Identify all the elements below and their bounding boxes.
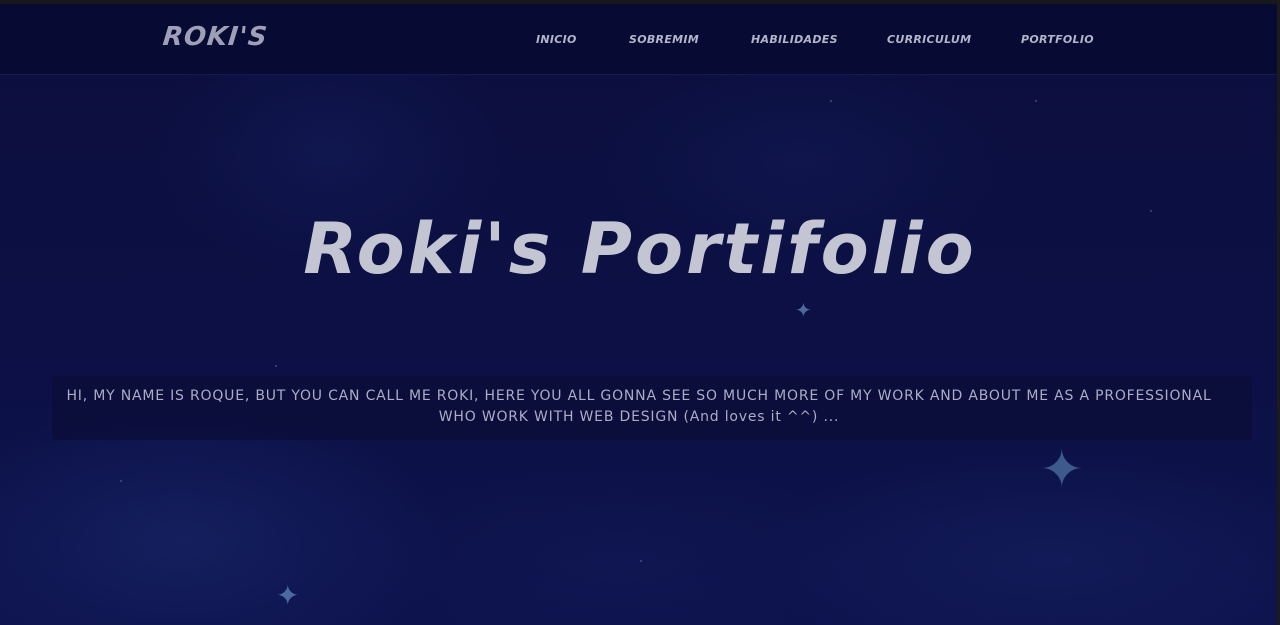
navbar: ROKI'S INICIO SOBREMIM HABILIDADES CURRI…	[0, 4, 1277, 75]
sparkle-star-icon: ✦	[276, 579, 300, 612]
star-dot	[1035, 100, 1037, 102]
nav-item-habilidades[interactable]: HABILIDADES	[751, 33, 838, 46]
page: ✦ ✦ ✦ ROKI'S INICIO SOBREMIM HABILIDADES…	[0, 0, 1280, 625]
site-logo[interactable]: ROKI'S	[161, 22, 269, 52]
nav-item-curriculum[interactable]: CURRICULUM	[887, 33, 971, 46]
star-dot	[640, 560, 642, 562]
star-dot	[120, 480, 122, 482]
hero-title: Roki's Portifolio	[303, 208, 977, 290]
intro-text: HI, MY NAME IS ROQUE, BUT YOU CAN CALL M…	[66, 388, 1212, 425]
star-dot	[275, 365, 277, 367]
nav-item-inicio[interactable]: INICIO	[536, 33, 577, 46]
sparkle-star-icon: ✦	[1040, 440, 1084, 500]
star-dot	[830, 100, 832, 102]
nav-item-portfolio[interactable]: PORTFOLIO	[1021, 33, 1094, 46]
sparkle-star-icon: ✦	[795, 298, 812, 322]
nav-item-sobremim[interactable]: SOBREMIM	[629, 33, 699, 46]
